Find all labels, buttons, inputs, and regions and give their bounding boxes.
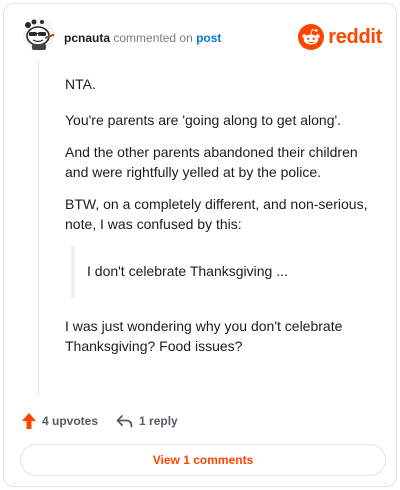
byline-action: commented on (113, 31, 193, 45)
comment-paragraph: You're parents are 'going along to get a… (65, 112, 342, 128)
reddit-wordmark: reddit (328, 25, 382, 48)
reply-count: 1 reply (139, 414, 178, 428)
blockquote-text: I don't celebrate Thanksgiving ... (87, 263, 288, 279)
comment-header: pcnauta commented on post reddit (22, 18, 382, 54)
comment-paragraph: And the other parents abandoned their ch… (65, 144, 358, 180)
comment-paragraph: NTA. (65, 76, 96, 92)
user-avatar[interactable] (22, 18, 56, 52)
comment-card: pcnauta commented on post reddit NTA. Yo… (3, 3, 397, 487)
post-link[interactable]: post (196, 31, 221, 45)
comment-paragraph: BTW, on a completely different, and non-… (65, 196, 368, 232)
reply-button[interactable]: 1 reply (116, 414, 178, 428)
comment-footer: 4 upvotes 1 reply (21, 410, 381, 432)
upvote-count: 4 upvotes (42, 414, 99, 428)
comment-paragraph: I was just wondering why you don't celeb… (65, 318, 343, 354)
upvote-arrow-icon (22, 413, 36, 429)
view-comments-label: View 1 comments (152, 453, 254, 467)
reddit-logo[interactable]: reddit (298, 23, 382, 51)
upvote-button[interactable]: 4 upvotes (21, 412, 98, 430)
comment-byline: pcnauta commented on post (64, 31, 221, 45)
thread-line[interactable] (38, 60, 39, 396)
view-comments-button[interactable]: View 1 comments (20, 444, 386, 476)
blockquote: I don't celebrate Thanksgiving ... (65, 246, 383, 298)
blockquote-bar (71, 246, 75, 298)
reply-icon (116, 415, 133, 428)
comment-body: NTA. You're parents are 'going along to … (65, 74, 383, 368)
username[interactable]: pcnauta (64, 31, 110, 45)
reddit-alien-icon (298, 24, 325, 50)
